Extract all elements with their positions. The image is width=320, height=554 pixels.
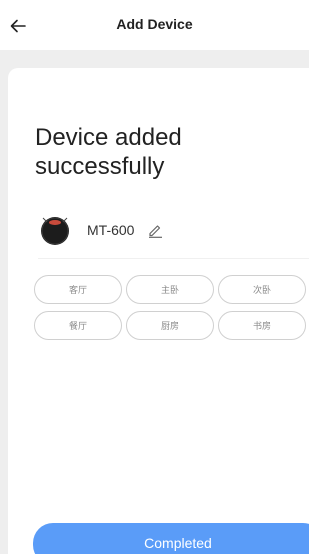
room-chip[interactable]: 厨房 bbox=[126, 311, 214, 340]
robot-vacuum-icon bbox=[41, 217, 69, 245]
header: Add Device bbox=[0, 0, 309, 50]
room-chip[interactable]: 次卧 bbox=[218, 275, 306, 304]
pencil-icon bbox=[149, 225, 163, 238]
edit-name-button[interactable] bbox=[146, 221, 164, 239]
device-name: MT-600 bbox=[87, 222, 135, 238]
completed-button[interactable]: Completed bbox=[33, 523, 309, 554]
page-title: Add Device bbox=[116, 16, 193, 32]
success-message: Device added successfully bbox=[35, 124, 182, 180]
room-chip[interactable]: 餐厅 bbox=[34, 311, 122, 340]
room-chip[interactable]: 客厅 bbox=[34, 275, 122, 304]
room-chip[interactable]: 书房 bbox=[218, 311, 306, 340]
device-row: MT-600 bbox=[38, 212, 164, 248]
room-chip[interactable]: 主卧 bbox=[126, 275, 214, 304]
divider bbox=[38, 258, 309, 259]
add-device-screen: Add Device Device added successfully MT-… bbox=[0, 0, 309, 554]
